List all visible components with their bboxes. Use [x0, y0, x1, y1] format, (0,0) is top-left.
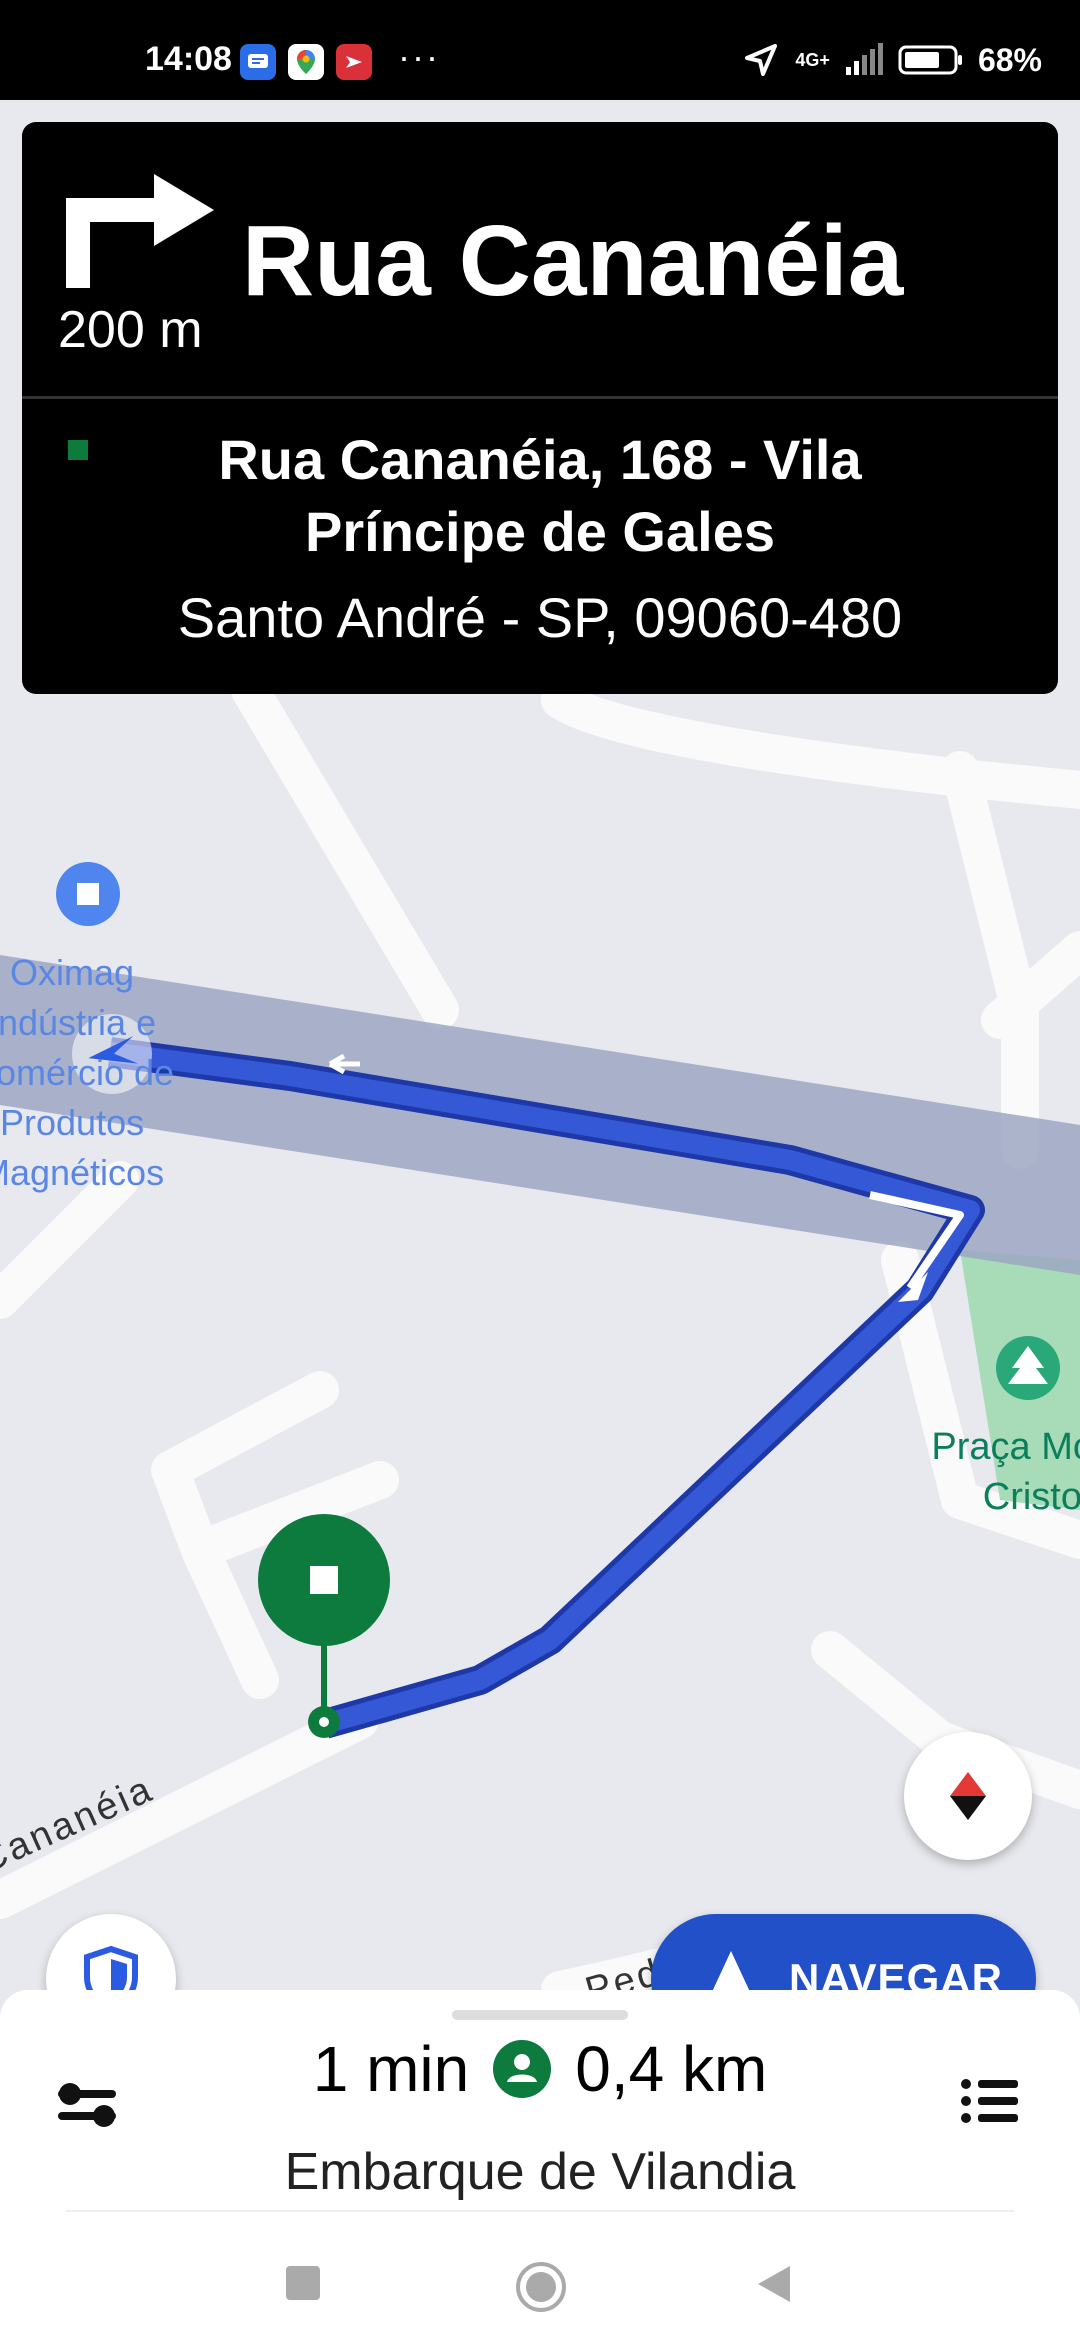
- messages-icon: [240, 44, 276, 80]
- card-divider: [22, 396, 1058, 399]
- park-label[interactable]: Praça Mo Cristo: [931, 1422, 1080, 1522]
- address-line-2: Príncipe de Gales: [305, 500, 775, 563]
- maps-icon: [288, 44, 324, 80]
- system-navigation-bar: [0, 2238, 1080, 2340]
- navigate-button[interactable]: NAVEGAR: [651, 1914, 1036, 1990]
- address-line-3: Santo André - SP, 09060-480: [177, 586, 903, 649]
- status-right: 4G+ 68%: [741, 40, 1042, 80]
- status-bar: 14:08 ··· 4G+ 68%: [0, 0, 1080, 100]
- directions-list-icon[interactable]: [960, 2076, 1020, 2126]
- compass-button[interactable]: [904, 1732, 1032, 1860]
- navigation-arrow-icon: [712, 1951, 750, 1990]
- passenger-icon: [493, 2040, 552, 2098]
- battery-level: 68%: [977, 41, 1042, 78]
- next-street-name: Rua Cananéia: [242, 205, 904, 317]
- home-button[interactable]: [514, 2260, 568, 2314]
- battery-icon: [898, 45, 962, 75]
- navigation-card: 200 m Rua Cananéia Rua Cananéia, 168 - V…: [22, 122, 1058, 694]
- sheet-drag-handle[interactable]: [452, 2010, 628, 2020]
- turn-distance: 200 m: [58, 301, 203, 359]
- sheet-divider: [66, 2210, 1014, 2212]
- address-line-1: Rua Cananéia, 168 - Vila: [218, 428, 862, 491]
- shield-icon: [84, 1945, 138, 1990]
- turn-right-arrow-icon: [66, 174, 214, 288]
- route-duration: 1 min: [312, 2033, 470, 2105]
- more-notifications: ···: [398, 36, 440, 77]
- status-time: 14:08: [145, 40, 232, 78]
- route-destination-name: Embarque de Vilandia: [284, 2143, 796, 2201]
- poi-label-oximag[interactable]: Oximag Indústria e Comércio de Produtos …: [0, 948, 174, 1198]
- route-distance: 0,4 km: [575, 2033, 768, 2105]
- app-icon: [336, 44, 372, 80]
- signal-icon: [845, 43, 883, 75]
- navigate-button-label: NAVEGAR: [789, 1955, 1003, 1990]
- route-summary: 1 min 0,4 km: [0, 2032, 1080, 2106]
- network-type: 4G+: [795, 50, 830, 70]
- recents-button[interactable]: [284, 2264, 324, 2304]
- location-arrow-icon: [745, 44, 778, 76]
- destination-address: Rua Cananéia, 168 - Vila Príncipe de Gal…: [22, 424, 1058, 654]
- back-button[interactable]: [754, 2264, 794, 2304]
- compass-icon: [950, 1772, 986, 1820]
